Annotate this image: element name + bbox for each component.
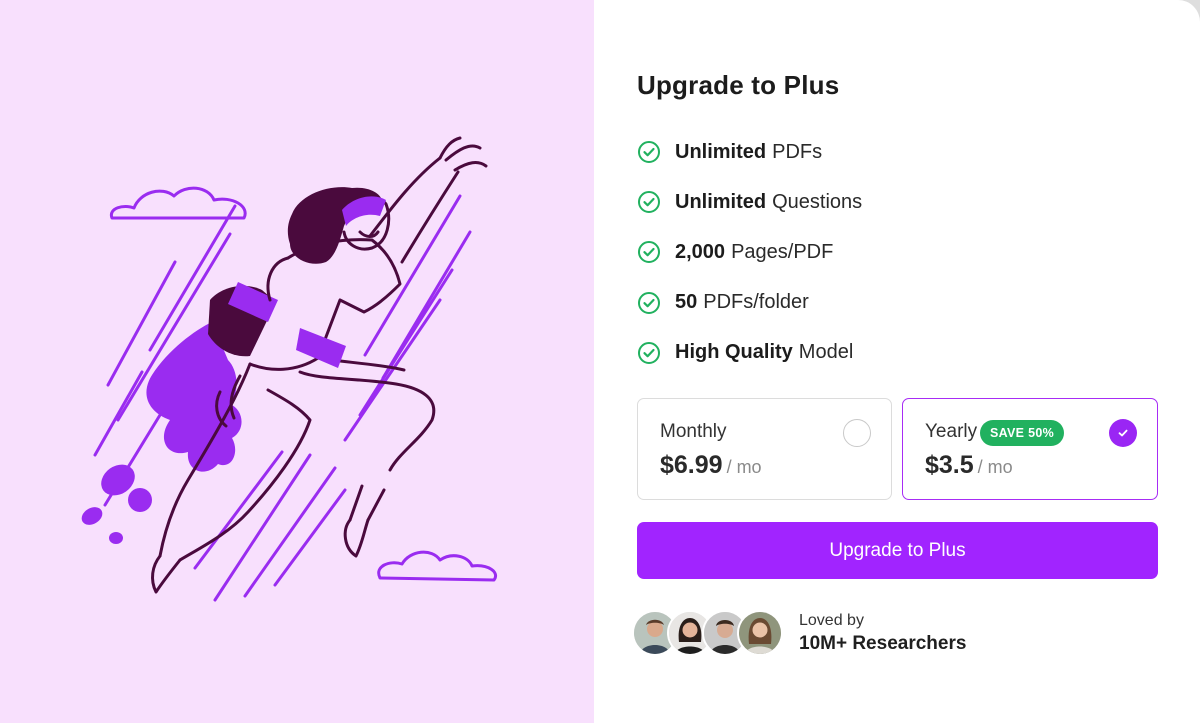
- feature-bold: 2,000: [675, 240, 726, 263]
- avatar: [737, 610, 783, 656]
- plan-price: $3.5/ mo: [925, 451, 1013, 480]
- feature-text: Model: [798, 341, 854, 364]
- feature-bold: Unlimited: [675, 140, 767, 163]
- plan-option-monthly[interactable]: Monthly $6.99/ mo: [637, 398, 892, 500]
- upgrade-modal: Upgrade to Plus Unlimited PDFs Unlimited…: [0, 0, 1200, 723]
- upgrade-panel: Upgrade to Plus Unlimited PDFs Unlimited…: [594, 0, 1200, 723]
- checkmark-icon: [1118, 429, 1128, 437]
- hero-illustration-panel: [0, 0, 594, 723]
- plan-name: Monthly: [660, 421, 727, 442]
- feature-item: Unlimited Questions: [637, 188, 1137, 216]
- feature-item: High Quality Model: [637, 339, 1137, 367]
- social-line2: 10M+ Researchers: [799, 632, 967, 654]
- check-circle-icon: [638, 341, 660, 364]
- feature-item: Unlimited PDFs: [637, 138, 1137, 166]
- cloud-bottom: [377, 550, 497, 582]
- feature-text: PDFs/folder: [703, 291, 809, 314]
- price-amount: $6.99: [660, 451, 723, 479]
- plan-name: Yearly: [925, 421, 978, 442]
- feature-bold: High Quality: [675, 341, 793, 364]
- plan-price: $6.99/ mo: [660, 451, 762, 480]
- price-period: / mo: [977, 457, 1013, 477]
- save-badge: SAVE 50%: [980, 420, 1065, 446]
- feature-bold: Unlimited: [675, 190, 767, 213]
- price-period: / mo: [726, 457, 762, 477]
- rocket-person-illustration: [81, 136, 497, 602]
- social-line1: Loved by: [799, 611, 864, 629]
- modal-title: Upgrade to Plus: [637, 70, 840, 100]
- social-text: Loved by 10M+ Researchers: [799, 612, 966, 655]
- check-circle-icon: [638, 191, 660, 214]
- feature-text: Questions: [772, 190, 863, 213]
- price-amount: $3.5: [925, 451, 974, 479]
- feature-text: Pages/PDF: [731, 240, 834, 263]
- check-circle-icon: [638, 141, 660, 163]
- avatar-group: [632, 610, 783, 656]
- plan-option-yearly[interactable]: Yearly SAVE 50% $3.5/ mo: [902, 398, 1158, 500]
- cloud-top: [109, 186, 247, 220]
- check-circle-icon: [638, 291, 660, 314]
- check-circle-icon: [638, 241, 660, 264]
- feature-text: PDFs: [772, 140, 823, 163]
- feature-item: 2,000 Pages/PDF: [637, 238, 1137, 266]
- feature-bold: 50: [675, 291, 698, 314]
- upgrade-button[interactable]: Upgrade to Plus: [637, 522, 1158, 579]
- feature-item: 50 PDFs/folder: [637, 289, 1137, 317]
- radio-selected-icon[interactable]: [1109, 419, 1137, 447]
- social-proof: Loved by 10M+ Researchers: [632, 610, 966, 656]
- feature-list: Unlimited PDFs Unlimited Questions 2,000…: [637, 138, 1137, 389]
- radio-unselected-icon[interactable]: [843, 419, 871, 447]
